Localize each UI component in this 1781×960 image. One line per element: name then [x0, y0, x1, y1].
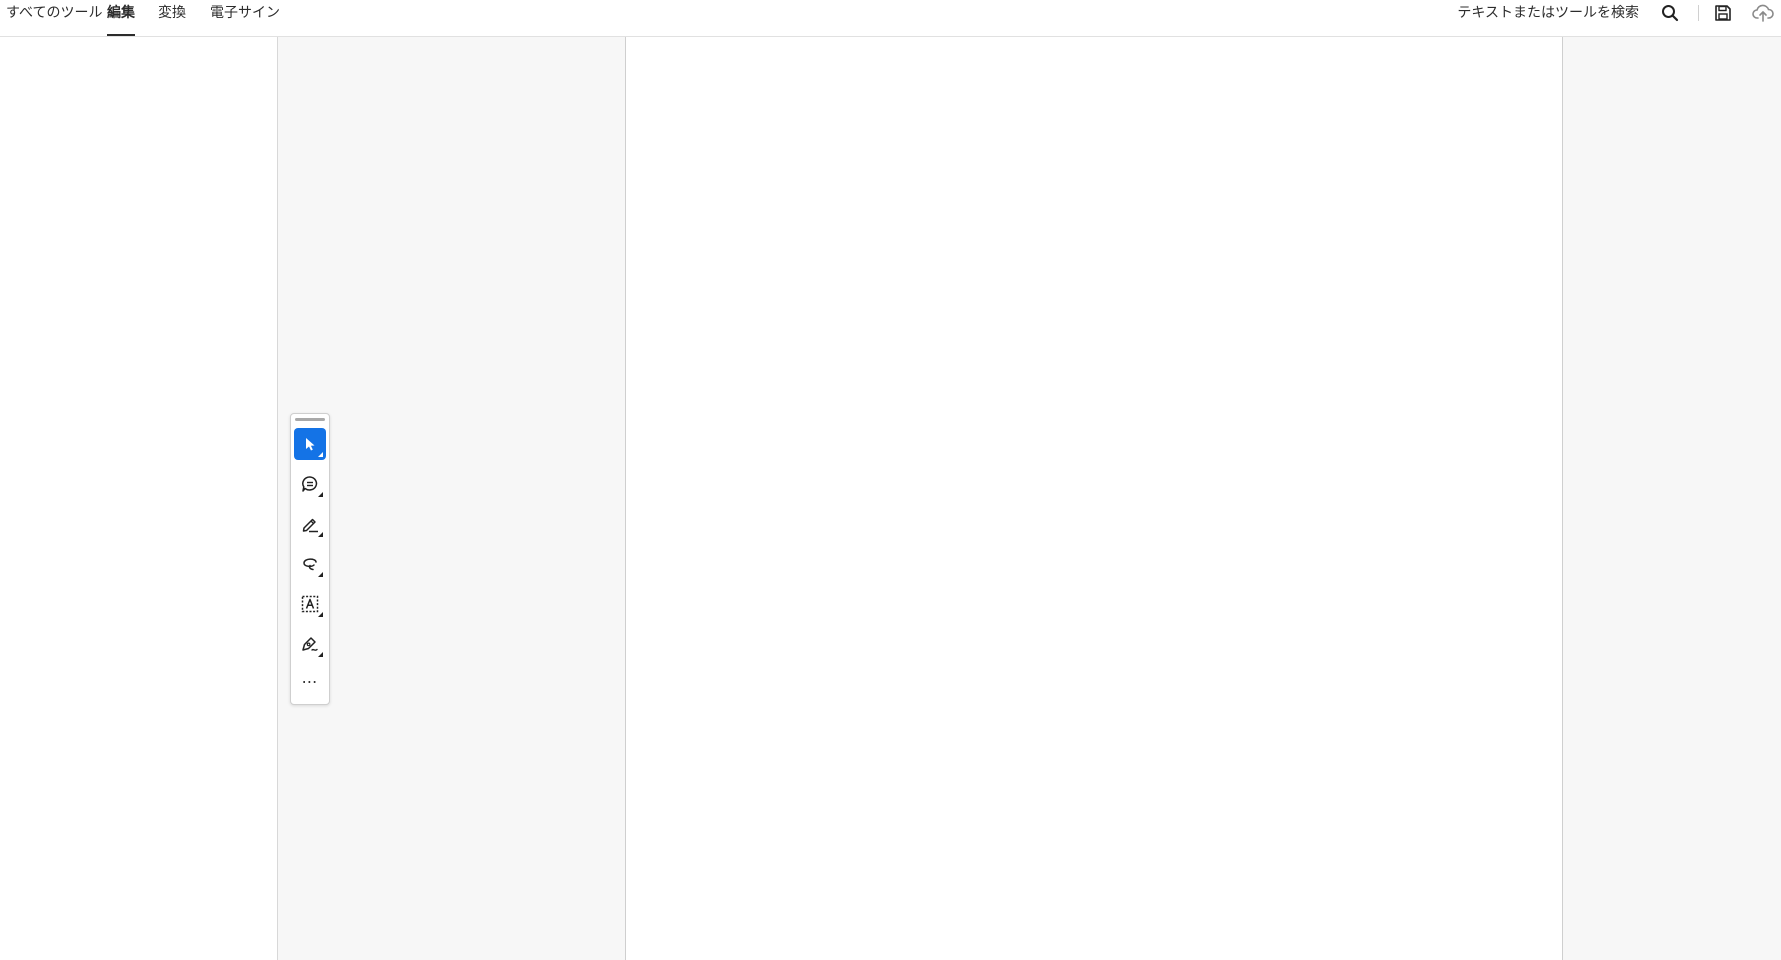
more-tools-button[interactable]: ⋯: [294, 666, 326, 698]
text-box-icon: [301, 595, 319, 613]
tab-e-sign-label: 電子サイン: [210, 5, 280, 21]
more-horizontal-icon: ⋯: [301, 672, 319, 691]
tab-e-sign[interactable]: 電子サイン: [210, 0, 280, 36]
save-icon: [1715, 5, 1731, 21]
document-viewer[interactable]: [278, 37, 1781, 960]
active-tab-indicator: [107, 34, 135, 36]
tab-edit-label: 編集: [107, 5, 135, 21]
search-button[interactable]: [1658, 2, 1682, 24]
cursor-arrow-icon: [306, 438, 315, 451]
highlight-tool-button[interactable]: [294, 508, 326, 540]
select-tool-button[interactable]: [294, 428, 326, 460]
save-button[interactable]: [1711, 2, 1735, 24]
submenu-indicator: [318, 492, 323, 497]
toolbar-drag-handle[interactable]: [295, 418, 325, 421]
freehand-lasso-icon: [303, 558, 317, 571]
toolbar-divider: [1698, 5, 1699, 21]
submenu-indicator: [318, 652, 323, 657]
tab-edit[interactable]: 編集: [107, 0, 135, 36]
tab-all-tools[interactable]: すべてのツール: [6, 0, 102, 36]
cloud-upload-icon: [1752, 4, 1774, 22]
signature-pen-icon: [302, 637, 318, 651]
tab-convert[interactable]: 変換: [158, 0, 186, 36]
search-label[interactable]: テキストまたはツールを検索: [1457, 0, 1639, 26]
top-navigation-bar: すべてのツール 編集 変換 電子サイン テキストまたはツールを検索: [0, 0, 1781, 37]
submenu-indicator: [318, 452, 323, 457]
upload-cloud-button[interactable]: [1751, 2, 1775, 24]
tab-all-tools-label: すべてのツール: [6, 5, 103, 21]
tab-convert-label: 変換: [158, 5, 186, 21]
quick-tools-toolbar: ⋯: [290, 413, 330, 705]
text-box-tool-button[interactable]: [294, 588, 326, 620]
left-side-panel: [0, 37, 278, 960]
sign-tool-button[interactable]: [294, 628, 326, 660]
submenu-indicator: [318, 572, 323, 577]
highlighter-pen-icon: [302, 518, 318, 533]
submenu-indicator: [318, 612, 323, 617]
document-page[interactable]: [625, 37, 1563, 960]
search-icon: [1662, 5, 1679, 22]
comment-tool-button[interactable]: [294, 468, 326, 500]
draw-tool-button[interactable]: [294, 548, 326, 580]
submenu-indicator: [318, 532, 323, 537]
comment-bubble-icon: [302, 476, 318, 492]
